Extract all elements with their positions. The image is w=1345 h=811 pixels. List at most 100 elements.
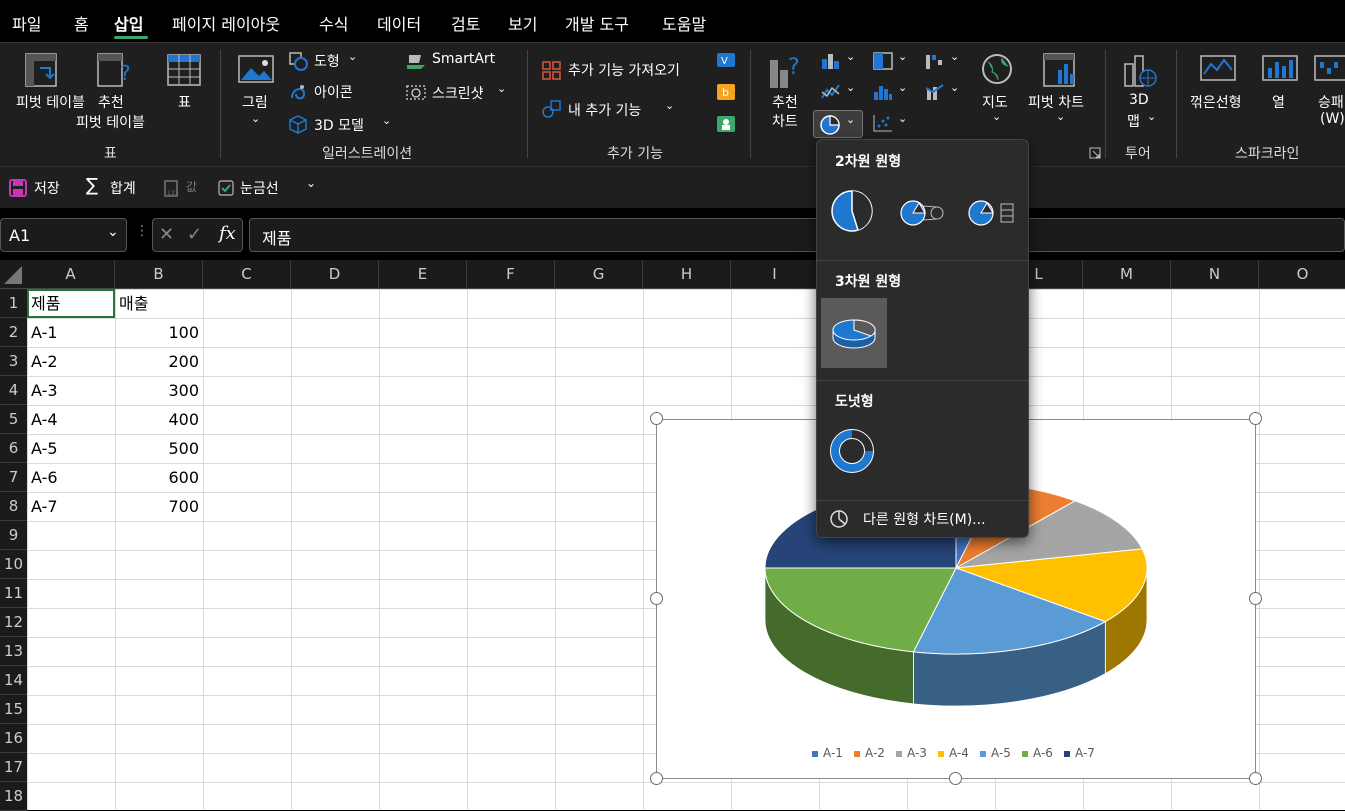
cell-b7[interactable]: 600 (115, 463, 199, 492)
enter-check-icon[interactable]: ✓ (187, 224, 202, 245)
row-header-9[interactable]: 9 (0, 521, 27, 550)
resize-handle[interactable] (1249, 412, 1262, 425)
recommended-pivot-button[interactable]: ? 추천 피벗 테이블 (76, 50, 160, 134)
cell-b3[interactable]: 200 (115, 347, 199, 376)
autosum-button[interactable]: ∑ 합계 (86, 175, 146, 199)
kebab-icon[interactable]: ⋮ (135, 223, 149, 239)
recommended-charts-button[interactable]: ? 추천 차트 (764, 50, 810, 134)
formula-input[interactable]: 제품 (249, 218, 1345, 252)
row-header-4[interactable]: 4 (0, 376, 27, 405)
doughnut-option-icon[interactable] (829, 428, 875, 474)
cell-b4[interactable]: 300 (115, 376, 199, 405)
row-header-13[interactable]: 13 (0, 637, 27, 666)
cell-a4[interactable]: A-3 (31, 376, 58, 405)
row-header-10[interactable]: 10 (0, 550, 27, 579)
resize-handle[interactable] (650, 772, 663, 785)
menu-view[interactable]: 보기 (508, 11, 537, 35)
name-box[interactable]: A1 ⌄ (0, 218, 127, 252)
insert-function-icon[interactable]: fx (219, 223, 236, 244)
cell-b2[interactable]: 100 (115, 318, 199, 347)
row-header-6[interactable]: 6 (0, 434, 27, 463)
row-header-7[interactable]: 7 (0, 463, 27, 492)
more-pie-charts-item[interactable]: 다른 원형 차트(M)... (827, 508, 1017, 530)
3d-models-button[interactable]: 3D 모델 ⌄ (288, 113, 398, 135)
resize-handle[interactable] (650, 592, 663, 605)
cell-b5[interactable]: 400 (115, 405, 199, 434)
legend-item-a-7[interactable]: A-7 (1064, 746, 1095, 760)
winloss-sparkline-button[interactable]: 승패 (W) (1310, 50, 1345, 134)
cancel-icon[interactable]: ✕ (159, 224, 174, 245)
column-header-n[interactable]: N (1171, 260, 1259, 289)
column-chart-button[interactable]: ⌄ (818, 50, 860, 72)
cell-a8[interactable]: A-7 (31, 492, 58, 521)
maps-button[interactable]: 지도 ⌄ (976, 50, 1016, 134)
pie-chart-button[interactable]: ⌄ (813, 110, 863, 138)
people-graph-icon[interactable] (717, 115, 737, 133)
picture-button[interactable]: 그림 ⌄ (234, 50, 280, 134)
cell-a1[interactable]: 제품 (31, 289, 60, 318)
legend-item-a-1[interactable]: A-1 (812, 746, 843, 760)
visio-icon[interactable]: V (717, 51, 737, 69)
column-sparkline-button[interactable]: 열 (1260, 50, 1302, 134)
menu-data[interactable]: 데이터 (377, 11, 421, 35)
row-header-16[interactable]: 16 (0, 724, 27, 753)
column-header-e[interactable]: E (379, 260, 467, 289)
gridlines-toggle[interactable]: 눈금선 (218, 177, 304, 199)
icons-button[interactable]: 아이콘 (288, 81, 368, 103)
column-header-h[interactable]: H (643, 260, 731, 289)
pivot-table-button[interactable]: 피벗 테이블 (8, 50, 85, 134)
select-all-button[interactable] (0, 260, 27, 289)
row-header-17[interactable]: 17 (0, 753, 27, 782)
row-header-18[interactable]: 18 (0, 782, 27, 811)
bar-of-pie-option-icon[interactable] (967, 198, 1017, 228)
cell-a7[interactable]: A-6 (31, 463, 58, 492)
legend-item-a-2[interactable]: A-2 (854, 746, 885, 760)
row-header-15[interactable]: 15 (0, 695, 27, 724)
row-header-5[interactable]: 5 (0, 405, 27, 434)
row-header-8[interactable]: 8 (0, 492, 27, 521)
menu-review[interactable]: 검토 (451, 11, 480, 35)
cell-a3[interactable]: A-2 (31, 347, 58, 376)
cell-b6[interactable]: 500 (115, 434, 199, 463)
bing-icon[interactable]: b (717, 83, 737, 101)
row-header-11[interactable]: 11 (0, 579, 27, 608)
combo-chart-button[interactable]: ⌄ (922, 81, 964, 103)
resize-handle[interactable] (650, 412, 663, 425)
3d-map-button[interactable]: 3D 맵 ⌄ (1117, 50, 1163, 134)
pie-2d-option-icon[interactable] (829, 188, 875, 234)
paste-values-button[interactable]: 123 값 (162, 177, 206, 199)
column-header-d[interactable]: D (291, 260, 379, 289)
legend-item-a-5[interactable]: A-5 (980, 746, 1011, 760)
legend-item-a-4[interactable]: A-4 (938, 746, 969, 760)
cell-b8[interactable]: 700 (115, 492, 199, 521)
menu-insert[interactable]: 삽입 (114, 11, 143, 35)
cell-a2[interactable]: A-1 (31, 318, 58, 347)
screenshot-button[interactable]: 스크린샷 ⌄ (405, 81, 515, 103)
row-header-3[interactable]: 3 (0, 347, 27, 376)
column-header-b[interactable]: B (115, 260, 203, 289)
row-header-14[interactable]: 14 (0, 666, 27, 695)
resize-handle[interactable] (949, 772, 962, 785)
scatter-chart-button[interactable]: ⌄ (870, 112, 912, 134)
row-header-2[interactable]: 2 (0, 318, 27, 347)
table-button[interactable]: 표 (164, 50, 208, 134)
menu-file[interactable]: 파일 (12, 11, 41, 35)
menu-help[interactable]: 도움말 (662, 11, 706, 35)
smartart-button[interactable]: SmartArt (405, 50, 505, 72)
resize-handle[interactable] (1249, 592, 1262, 605)
hierarchy-chart-button[interactable]: ⌄ (870, 50, 912, 72)
get-addins-button[interactable]: 추가 기능 가져오기 (541, 59, 701, 81)
pivot-chart-button[interactable]: 피벗 차트 ⌄ (1026, 50, 1096, 134)
legend-item-a-3[interactable]: A-3 (896, 746, 927, 760)
dialog-launcher-icon[interactable] (1089, 147, 1101, 159)
pie-3d-option-selected[interactable] (821, 298, 887, 368)
column-header-g[interactable]: G (555, 260, 643, 289)
menu-home[interactable]: 홈 (74, 11, 89, 35)
column-header-m[interactable]: M (1083, 260, 1171, 289)
menu-page-layout[interactable]: 페이지 레이아웃 (172, 11, 280, 35)
legend-item-a-6[interactable]: A-6 (1022, 746, 1053, 760)
my-addins-button[interactable]: 내 추가 기능 ⌄ (541, 98, 681, 120)
resize-handle[interactable] (1249, 772, 1262, 785)
column-header-a[interactable]: A (27, 260, 115, 289)
row-header-12[interactable]: 12 (0, 608, 27, 637)
